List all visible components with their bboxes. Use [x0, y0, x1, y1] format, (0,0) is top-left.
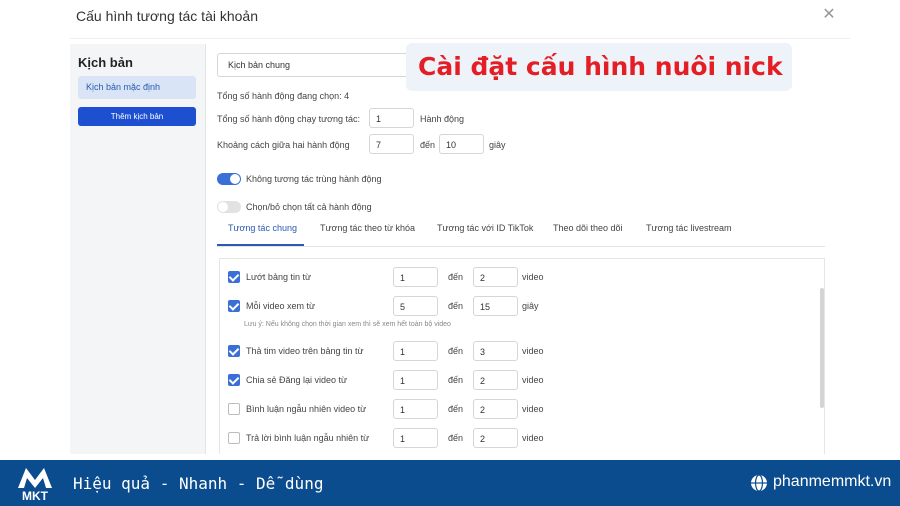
logo-mark-icon [18, 468, 52, 488]
no-duplicate-toggle[interactable] [217, 173, 241, 185]
active-tab-indicator [217, 244, 304, 246]
divider [70, 38, 850, 39]
add-scenario-button[interactable]: Thêm kịch bản [78, 107, 196, 126]
tab-livestream[interactable]: Tương tác livestream [646, 223, 731, 233]
select-all-label: Chọn/bỏ chọn tất cả hành động [246, 202, 372, 212]
select-all-toggle[interactable] [217, 201, 241, 213]
dialog-title: Cấu hình tương tác tài khoản [76, 8, 258, 24]
action-to-label: đến [448, 404, 464, 414]
tab-keyword[interactable]: Tương tác theo từ khóa [320, 223, 415, 233]
divider [205, 44, 206, 454]
list-scrollbar[interactable] [820, 288, 824, 408]
action-unit: giây [522, 301, 539, 311]
action-from-input[interactable]: 1 [393, 370, 438, 390]
run-count-input[interactable]: 1 [369, 108, 414, 128]
action-unit: video [522, 346, 544, 356]
close-icon[interactable]: ✕ [821, 7, 837, 23]
action-checkbox[interactable] [228, 345, 240, 357]
gap-to-label: đến [420, 140, 436, 150]
action-checkbox[interactable] [228, 300, 240, 312]
footer-slogan: Hiệu quả - Nhanh - Dễ dùng [73, 474, 324, 493]
gap-from-input[interactable]: 7 [369, 134, 414, 154]
action-unit: video [522, 272, 544, 282]
toggle-knob [230, 174, 240, 184]
action-to-input[interactable]: 2 [473, 267, 518, 287]
action-to-label: đến [448, 346, 464, 356]
action-label: Chia sẻ Đăng lại video từ [246, 375, 348, 385]
action-to-input[interactable]: 3 [473, 341, 518, 361]
gap-to-input[interactable]: 10 [439, 134, 484, 154]
action-unit: video [522, 433, 544, 443]
sidebar-title: Kịch bản [78, 55, 133, 70]
action-unit: video [522, 375, 544, 385]
action-checkbox[interactable] [228, 432, 240, 444]
banner-text: Cài đặt cấu hình nuôi nick [418, 52, 783, 81]
total-selected-text: Tổng số hành động đang chọn: 4 [217, 91, 350, 101]
action-label: Trả lời bình luận ngẫu nhiên từ [246, 433, 370, 443]
promo-banner: Cài đặt cấu hình nuôi nick [406, 43, 792, 91]
tab-following[interactable]: Theo dõi theo dõi [553, 223, 623, 233]
action-from-input[interactable]: 1 [393, 428, 438, 448]
logo-text: MKT [22, 489, 48, 503]
mkt-logo: MKT [14, 464, 56, 503]
watch-time-note: Lưu ý: Nếu không chọn thời gian xem thì … [244, 321, 451, 328]
action-from-input[interactable]: 1 [393, 399, 438, 419]
account-interaction-dialog: Cấu hình tương tác tài khoản ✕ Kịch bản … [0, 0, 900, 460]
globe-icon [751, 474, 767, 492]
footer-website[interactable]: phanmemmkt.vn [773, 473, 891, 491]
tab-general[interactable]: Tương tác chung [228, 223, 297, 233]
action-to-label: đến [448, 375, 464, 385]
action-to-input[interactable]: 2 [473, 399, 518, 419]
tabs-divider [217, 246, 825, 247]
action-to-label: đến [448, 272, 464, 282]
toggle-knob [218, 202, 228, 212]
gap-label: Khoảng cách giữa hai hành động [217, 140, 350, 150]
run-count-unit: Hành động [420, 114, 465, 124]
run-count-label: Tổng số hành động chạy tương tác: [217, 114, 361, 124]
action-from-input[interactable]: 5 [393, 296, 438, 316]
action-label: Bình luận ngẫu nhiên video từ [246, 404, 367, 414]
action-unit: video [522, 404, 544, 414]
scenario-select[interactable]: Kịch bản chung [217, 53, 417, 77]
action-to-input[interactable]: 15 [473, 296, 518, 316]
no-duplicate-label: Không tương tác trùng hành động [246, 174, 382, 184]
action-to-input[interactable]: 2 [473, 428, 518, 448]
gap-unit: giây [489, 140, 506, 150]
action-to-label: đến [448, 301, 464, 311]
action-checkbox[interactable] [228, 403, 240, 415]
action-from-input[interactable]: 1 [393, 267, 438, 287]
action-list [219, 258, 825, 454]
action-checkbox[interactable] [228, 271, 240, 283]
action-label: Thả tim video trên bảng tin từ [246, 346, 364, 356]
action-label: Lướt bảng tin từ [246, 272, 311, 282]
action-from-input[interactable]: 1 [393, 341, 438, 361]
scenario-sidebar: Kịch bản Kịch bản mặc định Thêm kịch bản [70, 44, 205, 454]
tab-tiktok-id[interactable]: Tương tác với ID TikTok [437, 223, 533, 233]
action-label: Mỗi video xem từ [246, 301, 316, 311]
brand-footer: MKT Hiệu quả - Nhanh - Dễ dùng phanmemmk… [0, 460, 900, 506]
action-to-input[interactable]: 2 [473, 370, 518, 390]
action-to-label: đến [448, 433, 464, 443]
sidebar-item-default-scenario[interactable]: Kịch bản mặc định [78, 76, 196, 99]
action-checkbox[interactable] [228, 374, 240, 386]
